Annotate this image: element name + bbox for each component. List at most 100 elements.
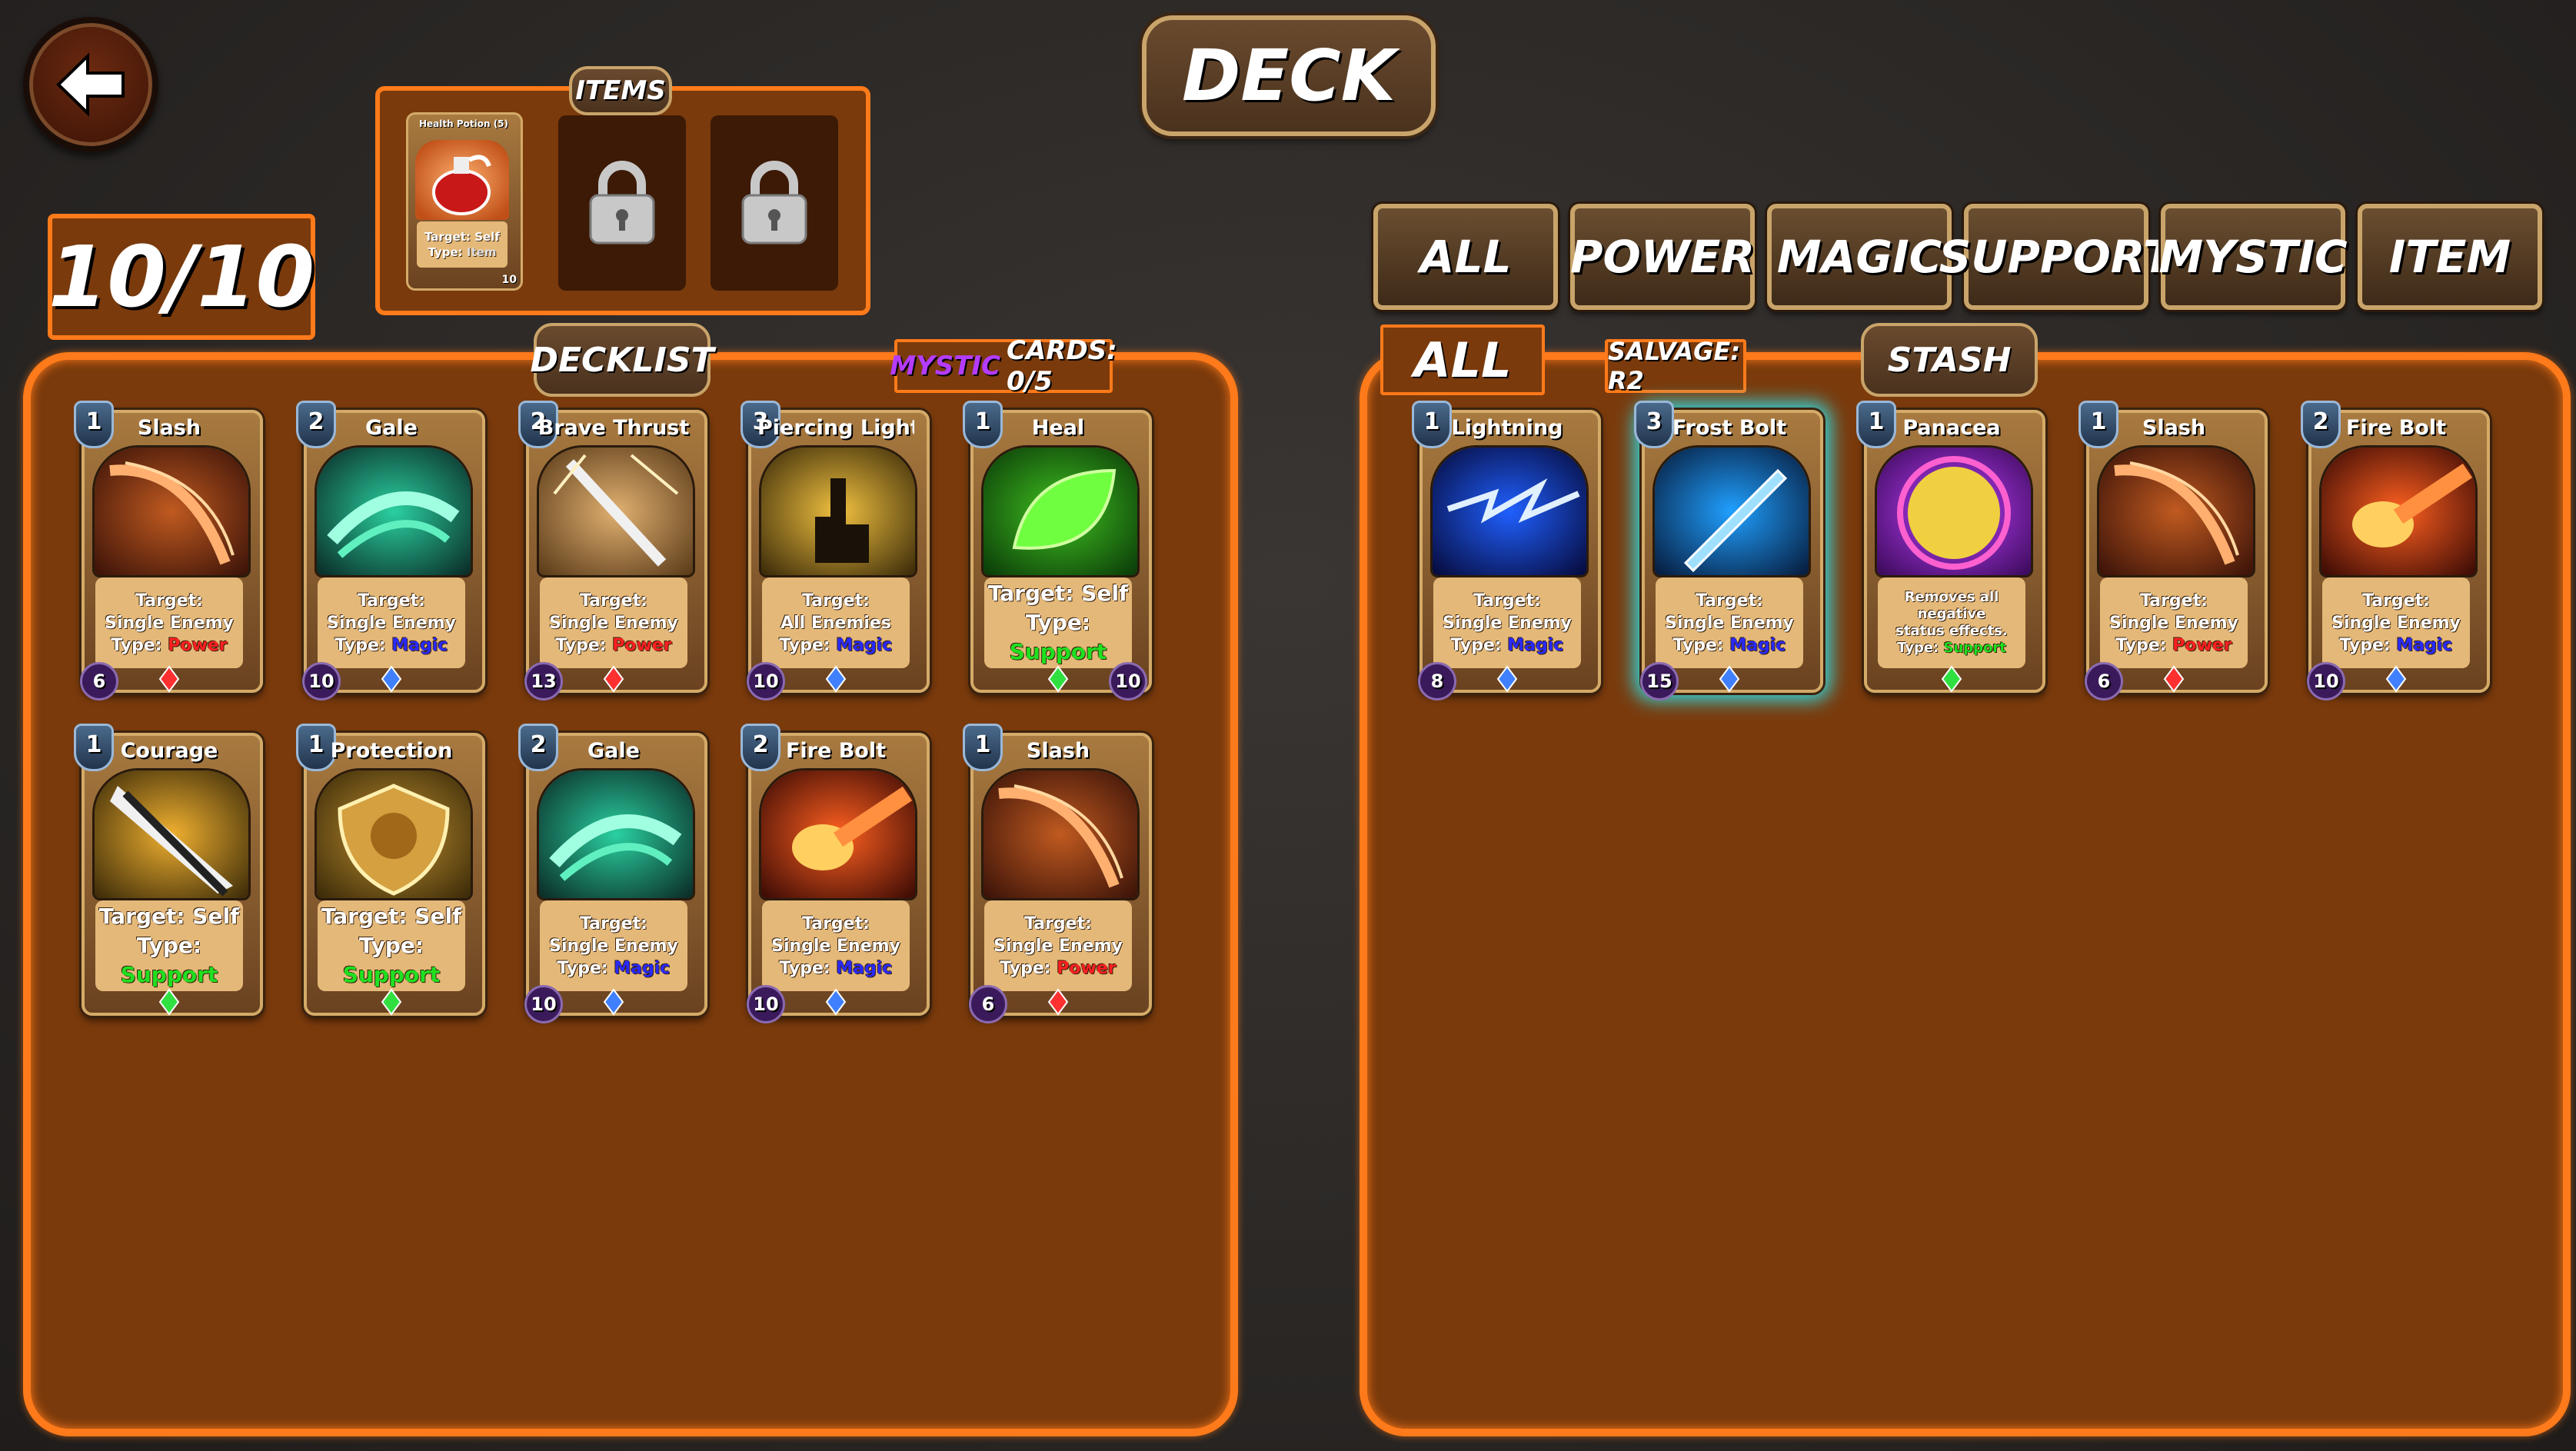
card-art-icon — [315, 768, 473, 900]
type-value: Power — [1057, 958, 1117, 978]
card-description: Target: Single Enemy Type: Power — [2100, 577, 2248, 668]
card-line-2: Single Enemy — [1443, 613, 1572, 633]
type-value: Magic — [1729, 635, 1786, 655]
item-card-type: Type: Item — [417, 245, 508, 260]
card-type: Type: Magic — [762, 957, 910, 980]
decklist-card-brave-thrust[interactable]: 2 Brave Thrust Target: Single Enemy Type: Po… — [518, 396, 707, 701]
gem-icon — [2385, 665, 2407, 693]
card-line-2: status effects. — [1895, 623, 2008, 639]
card-line-2: Single Enemy — [2109, 613, 2238, 633]
decklist-card-piercing-light[interactable]: 3 Piercing Light Target: All Enemies Type: M… — [741, 396, 930, 701]
card-description: Target: Single Enemy Type: Magic — [318, 577, 465, 668]
type-value: Magic — [836, 635, 893, 655]
decklist-card-gale[interactable]: 2 Gale Target: Single Enemy Type: Magic 10 — [296, 396, 485, 701]
type-value: Magic — [2396, 635, 2453, 655]
gem-icon — [1719, 665, 1740, 693]
card-line-1: Target: — [1024, 914, 1092, 933]
card-type: Type: Magic — [318, 634, 465, 657]
item-slot-locked[interactable] — [558, 115, 686, 291]
card-value-left: 10 — [302, 662, 341, 701]
card-name: Slash — [137, 416, 201, 440]
type-value: Support — [1943, 640, 2006, 656]
card-value-left: 15 — [1640, 662, 1679, 701]
mystic-word: MYSTIC — [890, 351, 1000, 381]
type-value: Magic — [391, 635, 448, 655]
card-line-2: Single Enemy — [2331, 613, 2461, 633]
card-line-2: Single Enemy — [549, 936, 678, 956]
stash-card-frost-bolt[interactable]: 3 Frost Bolt Target: Single Enemy Type: Magi… — [1634, 396, 1823, 701]
decklist-card-protection[interactable]: 1 Protection Target: Self Type: Support — [296, 719, 485, 1017]
card-line-1: Target: Self — [987, 581, 1129, 606]
decklist-card-fire-bolt[interactable]: 2 Fire Bolt Target: Single Enemy Type: Magic… — [741, 719, 930, 1023]
type-prefix: Type: — [2115, 635, 2167, 655]
type-value: Magic — [614, 958, 671, 978]
decklist-card-heal[interactable]: 1 Heal Target: Self Type: Support 10 — [963, 396, 1152, 701]
stash-card-fire-bolt[interactable]: 2 Fire Bolt Target: Single Enemy Type: Magic… — [2301, 396, 2490, 701]
card-description: Target: Single Enemy Type: Power — [95, 577, 243, 668]
type-prefix: Type: — [1000, 958, 1051, 978]
card-type: Type: Power — [984, 957, 1132, 980]
filter-power[interactable]: POWER — [1570, 204, 1755, 310]
gem-icon — [381, 988, 402, 1016]
card-line-2: Single Enemy — [105, 613, 234, 633]
type-prefix: Type: — [1897, 640, 1939, 656]
card-type: Type: Power — [540, 634, 687, 657]
type-value: Item — [466, 245, 497, 259]
type-prefix: Type: — [2339, 635, 2391, 655]
back-button[interactable] — [23, 17, 158, 152]
gem-icon — [1047, 988, 1069, 1016]
card-line-2: Single Enemy — [771, 936, 900, 956]
salvage-indicator: SALVAGE: R2 — [1605, 337, 1746, 395]
card-line-1: Removes all negative — [1904, 589, 1999, 622]
gem-icon — [158, 665, 180, 693]
decklist-card-gale[interactable]: 2 Gale Target: Single Enemy Type: Magic 10 — [518, 719, 707, 1023]
type-prefix: Type: — [779, 958, 830, 978]
stash-filter-all[interactable]: ALL — [1380, 324, 1545, 395]
card-value-left: 6 — [80, 662, 118, 701]
card-line-1: Target: — [135, 591, 203, 611]
card-description: Target: All Enemies Type: Magic — [762, 577, 910, 668]
card-art-icon — [537, 768, 695, 900]
item-slot-locked[interactable] — [711, 115, 838, 291]
decklist-card-slash[interactable]: 1 Slash Target: Single Enemy Type: Power 6 — [74, 396, 263, 701]
card-name: Fire Bolt — [2345, 416, 2447, 440]
card-line-1: Target: — [802, 591, 870, 611]
card-value-left: 6 — [969, 985, 1007, 1023]
card-name: Brave Thrust — [537, 416, 690, 440]
type-prefix: Type: — [358, 933, 424, 958]
gem-icon — [825, 665, 847, 693]
card-type: Type: Magic — [2322, 634, 2470, 657]
gem-icon — [381, 665, 402, 693]
item-card-health-potion[interactable]: Health Potion (5) Target: Self Type: Ite… — [406, 112, 523, 291]
type-prefix: Type: — [1672, 635, 1724, 655]
decklist-card-courage[interactable]: 1 Courage Target: Self Type: Support — [74, 719, 263, 1017]
decklist-label: DECKLIST — [530, 323, 714, 397]
stash-card-lightning[interactable]: 1 Lightning Target: Single Enemy Type: Magic… — [1412, 396, 1601, 701]
deck-count: 10/10 — [48, 214, 315, 340]
type-prefix: Type: — [1025, 610, 1091, 635]
card-value-left: 6 — [2085, 662, 2123, 701]
filter-magic[interactable]: MAGIC — [1767, 204, 1952, 310]
items-label: ITEMS — [569, 66, 672, 115]
card-value-left: 10 — [747, 985, 785, 1023]
filter-mystic[interactable]: MYSTIC — [2158, 204, 2348, 310]
card-type: Type: Support — [984, 608, 1132, 667]
card-description: Removes all negative status effects. Type:… — [1878, 577, 2025, 668]
card-art-icon — [981, 445, 1140, 577]
card-description: Target: Single Enemy Type: Magic — [540, 900, 687, 991]
filter-item[interactable]: ITEM — [2358, 204, 2542, 310]
gem-icon — [1047, 665, 1069, 693]
stash-card-panacea[interactable]: 1 Panacea Removes all negative status effec… — [1856, 396, 2045, 694]
type-value: Power — [612, 635, 672, 655]
card-art-icon — [759, 445, 917, 577]
filter-all[interactable]: ALL — [1373, 204, 1558, 310]
card-value-right: 10 — [1109, 662, 1147, 701]
decklist-card-slash[interactable]: 1 Slash Target: Single Enemy Type: Power 6 — [963, 719, 1152, 1023]
card-name: Panacea — [1902, 416, 2001, 440]
item-card-name: Health Potion (5) — [418, 118, 509, 129]
card-description: Target: Self Type: Support — [318, 900, 465, 991]
gem-icon — [825, 988, 847, 1016]
type-prefix: Type: — [779, 635, 830, 655]
filter-support[interactable]: SUPPORT — [1939, 204, 2173, 310]
stash-card-slash[interactable]: 1 Slash Target: Single Enemy Type: Power 6 — [2078, 396, 2268, 701]
